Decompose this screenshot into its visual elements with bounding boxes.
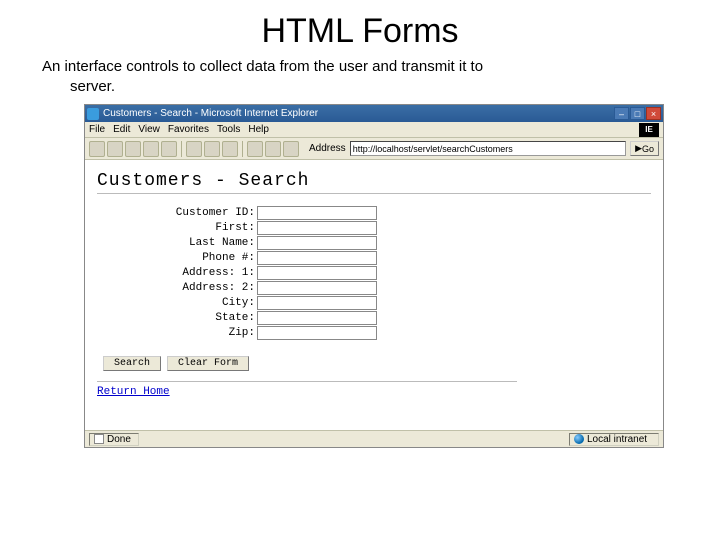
forward-icon[interactable]	[107, 141, 123, 157]
input-customer-id[interactable]	[257, 206, 377, 220]
heading-rule	[97, 193, 651, 194]
menu-edit[interactable]: Edit	[113, 124, 130, 135]
input-phone[interactable]	[257, 251, 377, 265]
toolbar: Address http://localhost/servlet/searchC…	[85, 138, 663, 160]
slide-body-line2: server.	[42, 77, 684, 97]
input-address-1[interactable]	[257, 266, 377, 280]
input-last-name[interactable]	[257, 236, 377, 250]
input-city[interactable]	[257, 296, 377, 310]
go-button[interactable]: ▶Go	[630, 141, 659, 156]
address-input[interactable]: http://localhost/servlet/searchCustomers	[350, 141, 626, 156]
input-state[interactable]	[257, 311, 377, 325]
favorites-icon[interactable]	[204, 141, 220, 157]
back-icon[interactable]	[89, 141, 105, 157]
status-done-text: Done	[107, 434, 131, 445]
close-button[interactable]: ×	[646, 107, 661, 120]
label-address-2: Address: 2:	[157, 282, 257, 294]
label-phone: Phone #:	[157, 252, 257, 264]
home-icon[interactable]	[161, 141, 177, 157]
status-zone-pane: Local intranet	[569, 433, 659, 446]
label-last-name: Last Name:	[157, 237, 257, 249]
page-content: Customers - Search Customer ID: First: L…	[85, 160, 663, 430]
input-address-2[interactable]	[257, 281, 377, 295]
window-title: Customers - Search - Microsoft Internet …	[103, 108, 614, 119]
label-state: State:	[157, 312, 257, 324]
maximize-button[interactable]: □	[630, 107, 645, 120]
input-first[interactable]	[257, 221, 377, 235]
statusbar: Done Local intranet	[85, 430, 663, 447]
minimize-button[interactable]: –	[614, 107, 629, 120]
titlebar: Customers - Search - Microsoft Internet …	[85, 105, 663, 122]
input-zip[interactable]	[257, 326, 377, 340]
menubar: File Edit View Favorites Tools Help IE	[85, 122, 663, 138]
form-rule	[97, 381, 517, 382]
toolbar-separator	[242, 141, 243, 157]
label-zip: Zip:	[157, 327, 257, 339]
address-label: Address	[309, 143, 346, 154]
slide-body-line1: An interface controls to collect data fr…	[42, 58, 483, 75]
history-icon[interactable]	[222, 141, 238, 157]
menu-file[interactable]: File	[89, 124, 105, 135]
ie-icon	[87, 108, 99, 120]
status-zone-text: Local intranet	[587, 434, 647, 445]
zone-icon	[574, 434, 584, 444]
menu-favorites[interactable]: Favorites	[168, 124, 209, 135]
menu-help[interactable]: Help	[248, 124, 269, 135]
browser-window: Customers - Search - Microsoft Internet …	[84, 104, 664, 448]
label-first: First:	[157, 222, 257, 234]
mail-icon[interactable]	[247, 141, 263, 157]
toolbar-separator	[181, 141, 182, 157]
status-done-pane: Done	[89, 433, 139, 446]
label-city: City:	[157, 297, 257, 309]
stop-icon[interactable]	[125, 141, 141, 157]
go-label: Go	[642, 144, 654, 154]
slide-body: An interface controls to collect data fr…	[42, 57, 684, 96]
slide-title: HTML Forms	[36, 12, 684, 51]
return-home-link[interactable]: Return Home	[97, 386, 170, 398]
search-form: Customer ID: First: Last Name: Phone #: …	[157, 206, 651, 340]
label-address-1: Address: 1:	[157, 267, 257, 279]
page-heading: Customers - Search	[97, 171, 651, 191]
edit-icon[interactable]	[283, 141, 299, 157]
search-icon[interactable]	[186, 141, 202, 157]
menu-tools[interactable]: Tools	[217, 124, 240, 135]
label-customer-id: Customer ID:	[157, 207, 257, 219]
throbber-icon: IE	[639, 123, 659, 137]
search-button[interactable]: Search	[103, 356, 161, 371]
refresh-icon[interactable]	[143, 141, 159, 157]
done-icon	[94, 434, 104, 444]
print-icon[interactable]	[265, 141, 281, 157]
clear-button[interactable]: Clear Form	[167, 356, 249, 371]
menu-view[interactable]: View	[138, 124, 160, 135]
